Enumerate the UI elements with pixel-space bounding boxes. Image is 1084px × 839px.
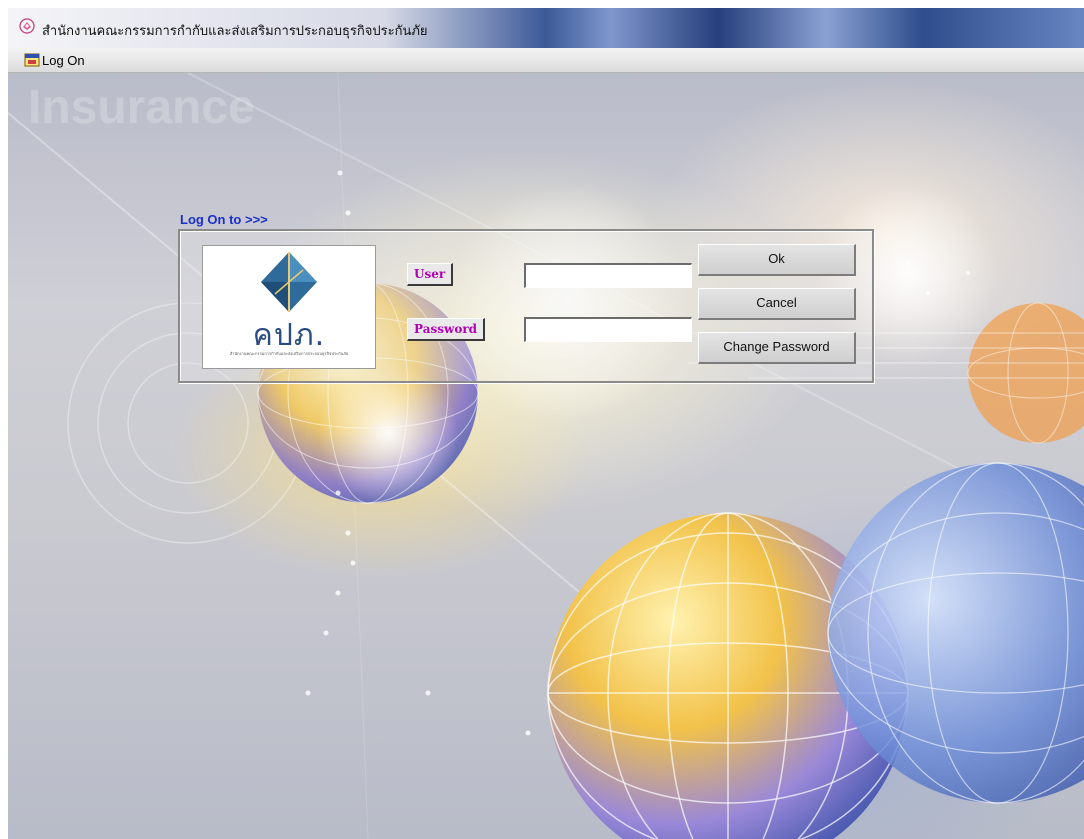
window-title: สำนักงานคณะกรรมการกำกับและส่งเสริมการประ… [42,23,428,38]
user-input[interactable] [524,263,692,288]
logon-group-box: คปภ. สำนักงานคณะกรรมการกำกับและส่งเสริมก… [178,229,874,383]
logo-subtext: สำนักงานคณะกรรมการกำกับและส่งเสริมการประ… [229,351,349,356]
child-window-bar: Log On [8,48,1084,73]
cancel-button[interactable]: Cancel [698,288,856,320]
ok-button[interactable]: Ok [698,244,856,276]
logon-window-icon[interactable] [24,52,40,68]
diamond-emblem-icon [261,252,317,312]
title-bar[interactable]: สำนักงานคณะกรรมการกำกับและส่งเสริมการประ… [8,8,1084,48]
application-window: สำนักงานคณะกรรมการกำกับและส่งเสริมการประ… [8,8,1084,839]
password-input[interactable] [524,317,692,342]
cancel-button-label: Cancel [756,295,797,310]
child-window-title: Log On [42,53,85,68]
change-password-button-label: Change Password [723,339,830,354]
app-icon[interactable] [19,18,35,34]
background-image: Insurance Log On to >>> คปภ. สำนักงานคณะ… [8,73,1084,839]
password-label: Password [407,318,486,341]
ok-button-label: Ok [768,251,785,266]
logon-group-label: Log On to >>> [180,212,268,227]
globe-background-graphic: Insurance [8,73,1084,839]
user-label: User [407,263,454,286]
company-logo: คปภ. สำนักงานคณะกรรมการกำกับและส่งเสริมก… [202,245,376,369]
change-password-button[interactable]: Change Password [698,332,856,364]
